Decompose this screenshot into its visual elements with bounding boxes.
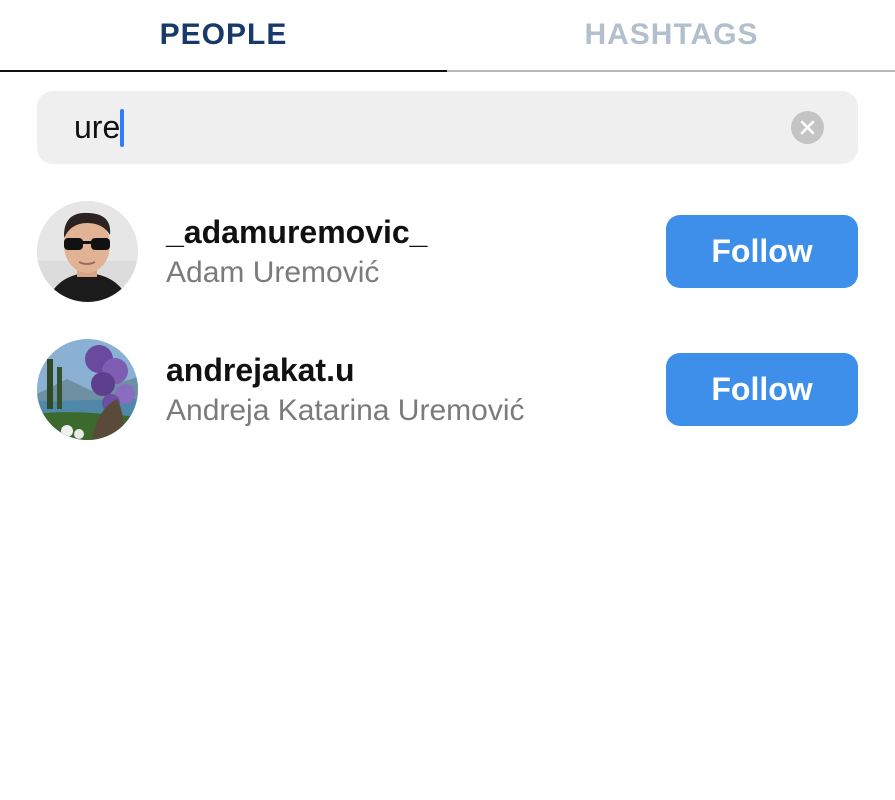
username[interactable]: _adamuremovic_ <box>166 214 427 251</box>
clear-icon <box>800 120 815 135</box>
search-input[interactable] <box>74 91 774 164</box>
tab-people[interactable]: PEOPLE <box>0 0 447 70</box>
full-name: Andreja Katarina Uremović <box>166 394 525 427</box>
text-cursor <box>120 109 124 147</box>
list-item[interactable]: andrejakat.u Andreja Katarina Uremović F… <box>0 339 895 441</box>
follow-button[interactable]: Follow <box>666 215 858 288</box>
search-bar <box>37 91 858 164</box>
full-name: Adam Uremović <box>166 256 380 289</box>
avatar[interactable] <box>37 339 138 440</box>
tab-bar: PEOPLE HASHTAGS <box>0 0 895 73</box>
username[interactable]: andrejakat.u <box>166 352 355 389</box>
clear-search-button[interactable] <box>791 111 824 144</box>
avatar[interactable] <box>37 201 138 302</box>
tab-hashtags[interactable]: HASHTAGS <box>448 0 895 70</box>
active-tab-indicator <box>0 70 447 72</box>
follow-button[interactable]: Follow <box>666 353 858 426</box>
list-item[interactable]: _adamuremovic_ Adam Uremović Follow <box>0 201 895 303</box>
tab-divider <box>447 70 895 72</box>
